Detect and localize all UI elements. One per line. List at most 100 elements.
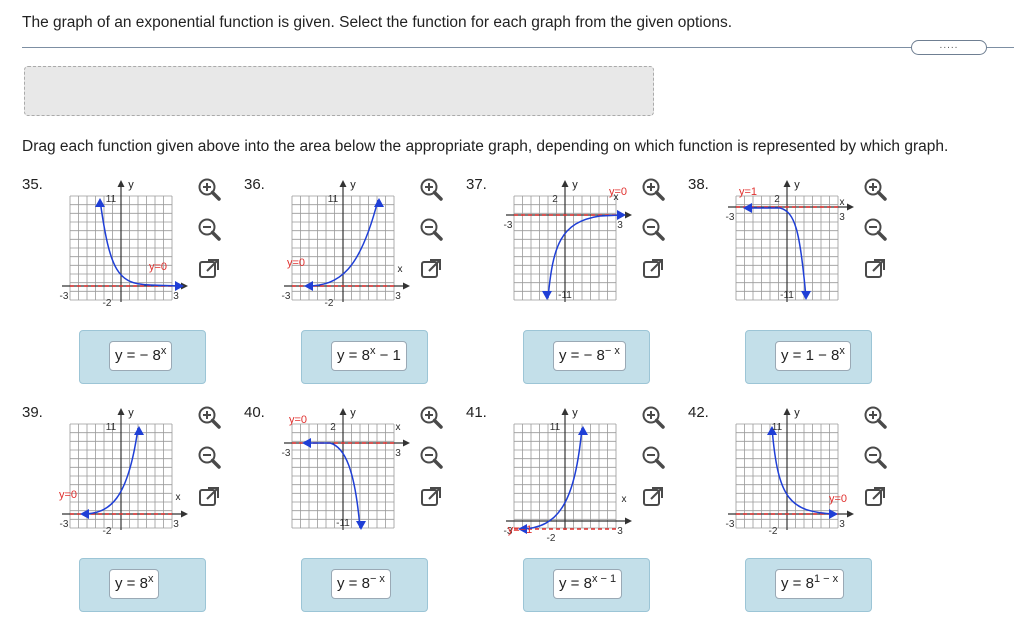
y-axis-label: y bbox=[572, 407, 578, 419]
function-exponent: x bbox=[147, 573, 154, 585]
curve-arrowhead bbox=[134, 426, 144, 435]
enlarge-icon[interactable] bbox=[862, 256, 888, 282]
zoom-in-icon[interactable] bbox=[640, 176, 666, 202]
asymptote-label: y=−1 bbox=[508, 524, 532, 536]
zoom-out-icon[interactable] bbox=[196, 444, 222, 470]
y-axis-label: y bbox=[350, 407, 356, 419]
y-axis-arrow bbox=[561, 180, 569, 187]
graph-number: 37. bbox=[466, 176, 487, 193]
x-axis-label: x bbox=[622, 494, 627, 505]
function-tile[interactable]: y = − 8x bbox=[109, 341, 173, 371]
x-axis-label: x bbox=[176, 492, 181, 503]
function-curve bbox=[747, 207, 807, 299]
answer-dropzone[interactable]: y = 8x − 1 bbox=[523, 558, 650, 612]
x-axis-label: x bbox=[840, 197, 845, 208]
x-axis-arrow bbox=[403, 282, 410, 290]
function-tail: − 1 bbox=[375, 347, 401, 364]
graph-number: 35. bbox=[22, 176, 43, 193]
answer-dropzone[interactable]: y = − 8− x bbox=[523, 330, 650, 384]
y-axis-label: y bbox=[572, 179, 578, 191]
answer-pool-dropzone[interactable] bbox=[24, 66, 654, 116]
function-tile[interactable]: y = 8− x bbox=[331, 569, 391, 599]
function-base: y = − 8 bbox=[115, 347, 161, 364]
y-axis-arrow bbox=[783, 180, 791, 187]
graph-number: 36. bbox=[244, 176, 265, 193]
zoom-in-icon[interactable] bbox=[862, 404, 888, 430]
y-tick-label: 11 bbox=[550, 422, 561, 433]
asymptote-label: y=0 bbox=[287, 257, 305, 269]
function-tile[interactable]: y = − 8− x bbox=[553, 341, 626, 371]
x-axis-arrow bbox=[625, 517, 632, 525]
function-curve bbox=[99, 199, 181, 287]
zoom-out-icon[interactable] bbox=[418, 444, 444, 470]
x-max-label: 3 bbox=[395, 448, 401, 459]
answer-dropzone[interactable]: y = − 8x bbox=[79, 330, 206, 384]
answer-dropzone[interactable]: y = 8x bbox=[79, 558, 206, 612]
y-axis-label: y bbox=[350, 179, 356, 191]
graph-number: 39. bbox=[22, 404, 43, 421]
asymptote-label: y=0 bbox=[829, 493, 847, 505]
zoom-out-icon[interactable] bbox=[862, 216, 888, 242]
function-exponent: x bbox=[839, 345, 845, 357]
x-axis-arrow bbox=[403, 439, 410, 447]
x-min-label: -3 bbox=[282, 448, 291, 459]
curve-arrowhead bbox=[617, 210, 626, 220]
function-tile[interactable]: y = 8x bbox=[109, 569, 160, 599]
zoom-in-icon[interactable] bbox=[418, 404, 444, 430]
zoom-in-icon[interactable] bbox=[196, 176, 222, 202]
enlarge-icon[interactable] bbox=[196, 484, 222, 510]
answer-dropzone[interactable]: y = 1 − 8x bbox=[745, 330, 872, 384]
y-axis-arrow bbox=[783, 408, 791, 415]
x-min-label: -3 bbox=[282, 291, 291, 302]
answer-dropzone[interactable]: y = 81 − x bbox=[745, 558, 872, 612]
y-axis-arrow bbox=[117, 408, 125, 415]
zoom-out-icon[interactable] bbox=[862, 444, 888, 470]
enlarge-icon[interactable] bbox=[640, 256, 666, 282]
zoom-in-icon[interactable] bbox=[196, 404, 222, 430]
x-min-label: -3 bbox=[60, 291, 69, 302]
curve-arrowhead bbox=[302, 438, 311, 448]
zoom-out-icon[interactable] bbox=[640, 216, 666, 242]
function-base: y = 8 bbox=[337, 347, 370, 364]
y-tick-label: -2 bbox=[103, 298, 112, 309]
x-max-label: 3 bbox=[617, 220, 623, 231]
function-tile[interactable]: y = 1 − 8x bbox=[775, 341, 851, 371]
y-tick-label: 11 bbox=[106, 194, 117, 205]
function-tile[interactable]: y = 81 − x bbox=[775, 569, 845, 599]
enlarge-icon[interactable] bbox=[862, 484, 888, 510]
function-base: y = − 8 bbox=[559, 347, 605, 364]
y-tick-label: 11 bbox=[772, 422, 783, 433]
function-tile[interactable]: y = 8x − 1 bbox=[331, 341, 407, 371]
enlarge-icon[interactable] bbox=[418, 484, 444, 510]
zoom-in-icon[interactable] bbox=[418, 176, 444, 202]
more-button[interactable]: ..... bbox=[911, 40, 987, 55]
function-base: y = 8 bbox=[115, 575, 148, 592]
function-exponent: x bbox=[160, 345, 167, 357]
zoom-out-icon[interactable] bbox=[196, 216, 222, 242]
enlarge-icon[interactable] bbox=[196, 256, 222, 282]
curve-arrowhead bbox=[175, 281, 184, 291]
function-tile[interactable]: y = 8x − 1 bbox=[553, 569, 623, 599]
enlarge-icon[interactable] bbox=[640, 484, 666, 510]
y-axis-arrow bbox=[339, 180, 347, 187]
function-curve bbox=[305, 199, 379, 287]
enlarge-icon[interactable] bbox=[418, 256, 444, 282]
function-exponent: 1 − x bbox=[813, 573, 839, 585]
answer-dropzone[interactable]: y = 8− x bbox=[301, 558, 428, 612]
y-axis-label: y bbox=[128, 407, 134, 419]
curve-arrowhead bbox=[801, 291, 811, 300]
divider bbox=[22, 47, 1014, 48]
x-min-label: -3 bbox=[726, 212, 735, 223]
y-tick-label: 2 bbox=[774, 194, 780, 205]
function-curve bbox=[519, 427, 583, 530]
zoom-out-icon[interactable] bbox=[418, 216, 444, 242]
graph-number: 42. bbox=[688, 404, 709, 421]
zoom-in-icon[interactable] bbox=[640, 404, 666, 430]
function-base: y = 1 − 8 bbox=[781, 347, 840, 364]
x-axis-label: x bbox=[396, 422, 401, 433]
zoom-in-icon[interactable] bbox=[862, 176, 888, 202]
x-axis-arrow bbox=[181, 510, 188, 518]
zoom-out-icon[interactable] bbox=[640, 444, 666, 470]
answer-dropzone[interactable]: y = 8x − 1 bbox=[301, 330, 428, 384]
function-exponent: − x bbox=[369, 573, 385, 585]
